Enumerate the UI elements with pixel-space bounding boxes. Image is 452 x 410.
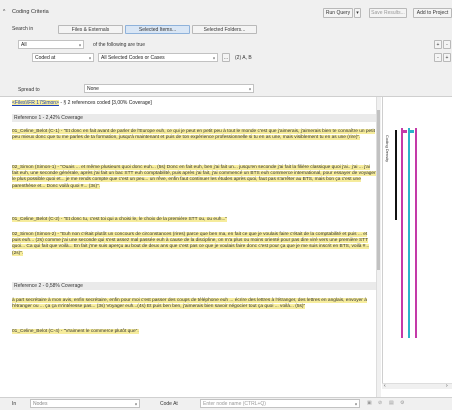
- chevron-down-icon: ▾: [88, 55, 91, 60]
- reference-1-header: Reference 1 - 2,42% Coverage: [12, 114, 376, 122]
- all-any-select[interactable]: All ▾: [18, 40, 84, 49]
- stripe-b-cyan[interactable]: [408, 128, 410, 338]
- collapse-chevron-icon[interactable]: ^: [3, 9, 5, 15]
- codes-scope-select[interactable]: All Selected Codes or Cases ▾: [98, 53, 218, 62]
- following-text: of the following are true: [93, 42, 145, 48]
- stripes-hscrollbar[interactable]: [382, 383, 452, 389]
- uncode-action-icon[interactable]: ⊘: [378, 400, 382, 406]
- options-icon[interactable]: ⚙: [400, 400, 404, 406]
- tab-files-externals[interactable]: Files & Externals: [58, 25, 123, 34]
- stripe-legend-marker: [410, 130, 414, 133]
- search-in-label: Search in: [12, 26, 34, 32]
- chevron-down-icon: ▾: [354, 401, 357, 406]
- text-scrollbar-thumb[interactable]: [377, 110, 380, 270]
- summary-text: - § 2 references coded [3,00% Coverage]: [60, 100, 152, 106]
- chevron-down-icon: ▾: [134, 401, 137, 406]
- select-codes-button[interactable]: …: [222, 53, 230, 62]
- stripe-legend-marker: [403, 130, 407, 133]
- criteria-title: Coding Criteria: [12, 9, 49, 15]
- run-query-dropdown[interactable]: ▾: [354, 8, 361, 18]
- tab-selected-items[interactable]: Selected Items...: [125, 25, 190, 34]
- coding-stripes-pane: [382, 97, 452, 383]
- stripe-a-magenta[interactable]: [401, 128, 403, 338]
- chevron-down-icon: ▾: [78, 42, 81, 47]
- spread-to-select[interactable]: None ▾: [84, 84, 254, 93]
- footer-in-label: In: [12, 401, 17, 407]
- coded-at-select[interactable]: Coded at ▾: [32, 53, 94, 62]
- add-criteria-button[interactable]: +: [434, 40, 442, 49]
- paragraph-6: 01_Celine_Belot (C-4) - "Vraiment le com…: [12, 329, 139, 334]
- paragraph-4: 02_Simon (Simon-2) - "Euh non c'était pl…: [12, 232, 370, 256]
- paragraph-1: 01_Celine_Belot (C-1) - "Et donc en fait…: [12, 129, 375, 141]
- run-query-button[interactable]: Run Query: [323, 8, 353, 18]
- source-file-link[interactable]: <Files\\FR 17Simon>: [12, 100, 59, 106]
- save-results-button[interactable]: Save Results...: [369, 8, 407, 18]
- chevron-down-icon: ▾: [212, 55, 215, 60]
- code-at-input[interactable]: Enter node name (CTRL+Q) ▾: [200, 399, 360, 408]
- chevron-down-icon: ▾: [248, 86, 251, 91]
- code-at-label: Code At: [160, 401, 178, 407]
- code-action-icon[interactable]: ▣: [367, 400, 372, 406]
- reference-2-header: Reference 2 - 0,58% Coverage: [12, 282, 376, 290]
- coding-density-bar[interactable]: [395, 130, 397, 220]
- scroll-left-icon[interactable]: ‹: [384, 383, 386, 389]
- add-row-button[interactable]: +: [443, 53, 451, 62]
- new-node-icon[interactable]: ▤: [389, 400, 394, 406]
- paragraph-5: à part secrétaire à mon avis, enfin secr…: [12, 298, 367, 310]
- coding-density-label: Coding Density: [385, 135, 390, 163]
- remove-row-button[interactable]: -: [434, 53, 442, 62]
- scroll-right-icon[interactable]: ›: [446, 383, 448, 389]
- remove-criteria-button[interactable]: -: [443, 40, 451, 49]
- nodes-select[interactable]: Nodes ▾: [30, 399, 140, 408]
- stripe-c-magenta[interactable]: [415, 128, 417, 338]
- add-to-project-button[interactable]: Add to Project: [413, 8, 452, 18]
- paragraph-3: 01_Celine_Belot (C-2) - "Et donc tu, c'e…: [12, 217, 228, 222]
- results-summary-line: <Files\\FR 17Simon> - § 2 references cod…: [12, 100, 376, 106]
- codes-selection-text: (2) A, B: [235, 55, 252, 61]
- tab-selected-folders[interactable]: Selected Folders...: [192, 25, 257, 34]
- paragraph-2: 02_Simon (Simon-1) - "Ouais ... et même …: [12, 165, 376, 189]
- spread-to-label: Spread to: [18, 87, 40, 93]
